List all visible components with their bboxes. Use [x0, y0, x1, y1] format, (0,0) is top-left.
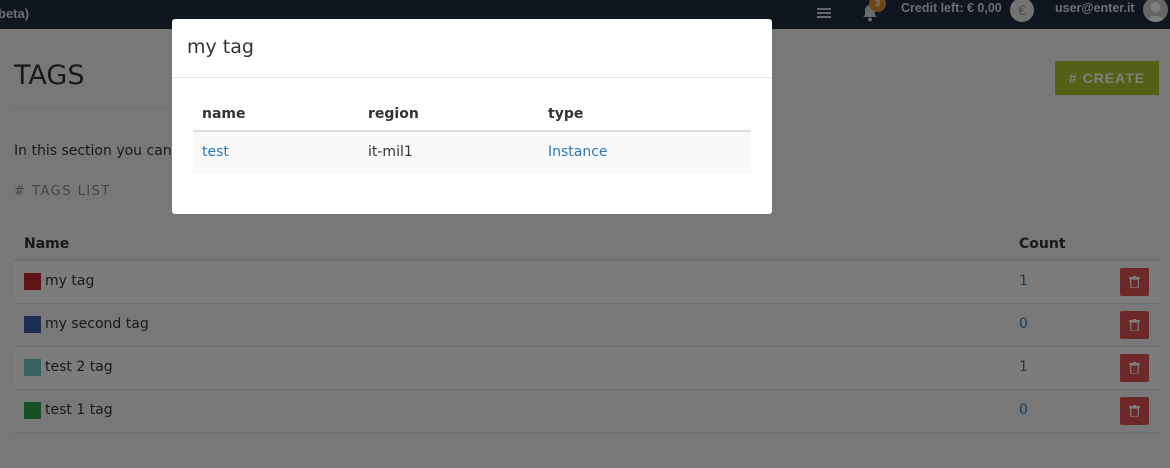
- column-header-type: type: [548, 106, 584, 122]
- modal-title: my tag: [187, 36, 254, 58]
- table-row: test it-mil1 Instance: [193, 132, 751, 174]
- table-header: name region type: [193, 97, 751, 132]
- tag-resources-table: name region type test it-mil1 Instance: [193, 97, 751, 174]
- modal-header: my tag: [172, 19, 772, 78]
- resource-region: it-mil1: [368, 144, 413, 160]
- tag-detail-modal: my tag name region type test it-mil1 Ins…: [172, 19, 772, 214]
- resource-name-link[interactable]: test: [202, 144, 229, 160]
- resource-type-link[interactable]: Instance: [548, 144, 608, 160]
- column-header-name: name: [202, 106, 246, 122]
- column-header-region: region: [368, 106, 419, 122]
